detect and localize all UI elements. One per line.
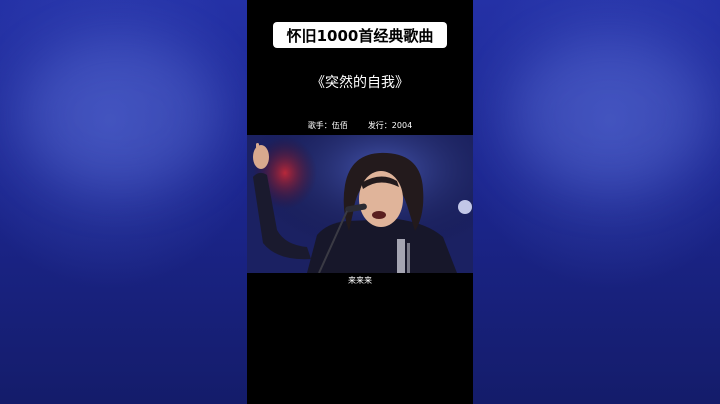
background-glow-left [20,40,220,190]
lyric-subtitle: 来来来 [348,276,372,285]
screen: 怀旧1000首经典歌曲 《突然的自我》 歌手：伍佰 发行：2004 来来来 [0,0,720,404]
singer-label: 歌手：伍佰 [307,121,348,130]
concert-video[interactable] [247,135,473,273]
release-label: 发行：2004 [367,121,413,130]
short-video-frame[interactable]: 怀旧1000首经典歌曲 《突然的自我》 歌手：伍佰 发行：2004 来来来 [247,0,473,404]
song-title: 《突然的自我》 [311,75,409,91]
concert-scene-image [247,135,473,273]
background-glow-right [510,40,710,190]
song-meta: 歌手：伍佰 发行：2004 [247,120,473,131]
channel-title-badge: 怀旧1000首经典歌曲 [273,22,447,48]
